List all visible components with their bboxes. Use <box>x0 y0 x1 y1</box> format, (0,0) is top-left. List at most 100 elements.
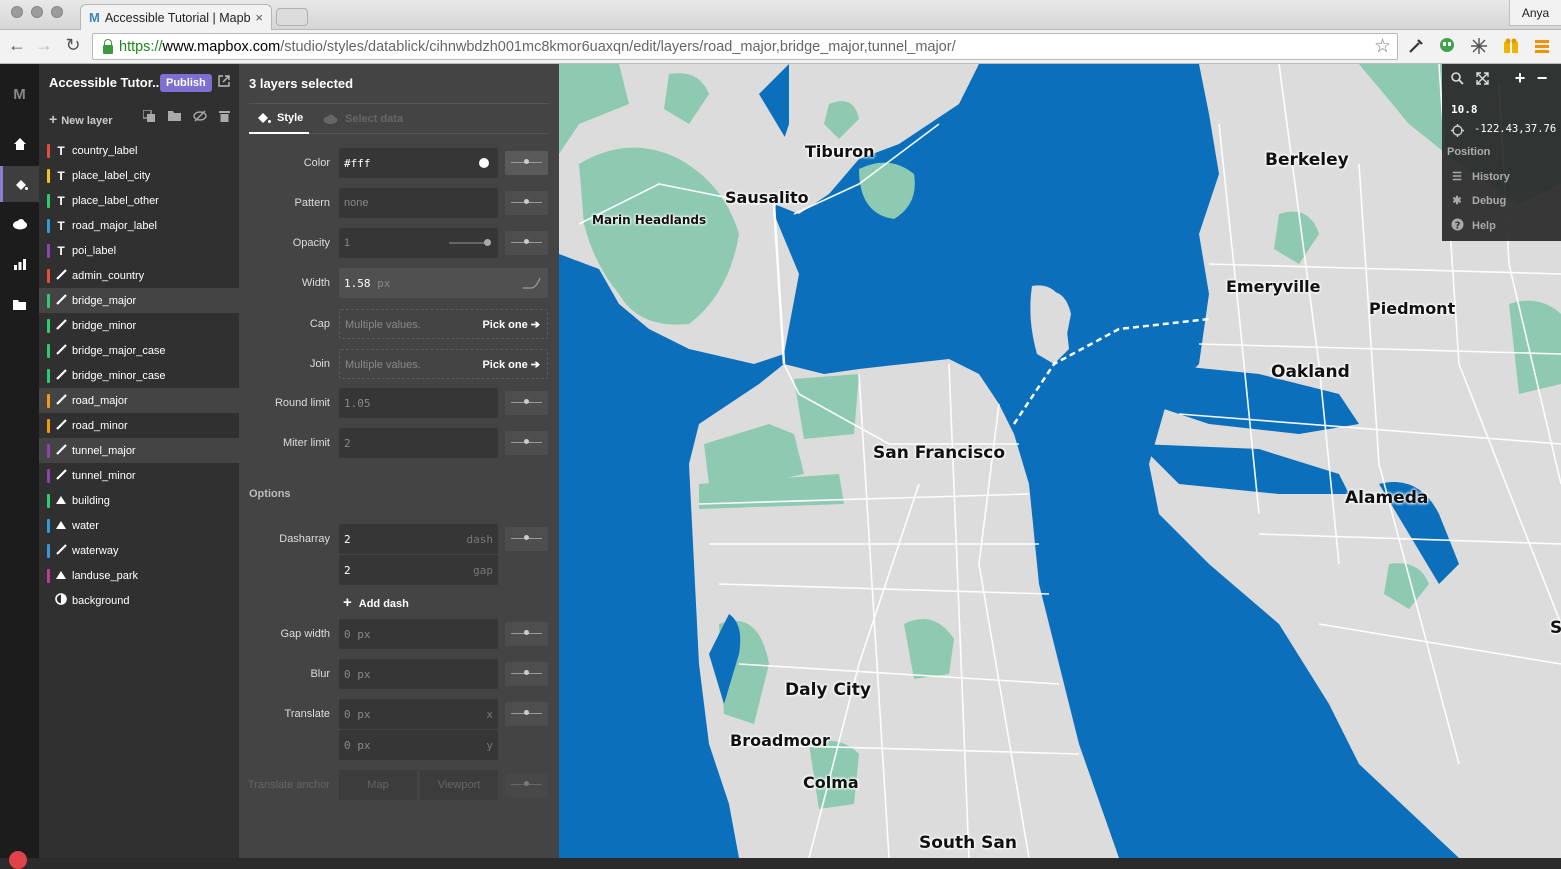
back-icon[interactable]: ← <box>6 35 28 56</box>
layer-item[interactable]: Tplace_label_city <box>39 163 239 188</box>
close-tab-icon[interactable]: × <box>255 10 263 25</box>
profile-button[interactable]: Anya <box>1509 0 1561 26</box>
zoom-in-button[interactable]: + <box>1511 69 1529 87</box>
search-icon[interactable] <box>1451 72 1464 90</box>
layer-item[interactable]: road_major <box>39 388 239 413</box>
folder-icon[interactable] <box>0 286 39 322</box>
layer-item[interactable]: tunnel_major <box>39 438 239 463</box>
translate-function-toggle[interactable] <box>505 702 548 726</box>
forward-icon[interactable]: → <box>33 35 55 56</box>
bookmark-star-icon[interactable]: ☆ <box>1374 35 1391 58</box>
tab-select-data[interactable]: Select data <box>323 104 403 134</box>
alert-icon[interactable] <box>9 851 27 869</box>
color-function-toggle[interactable] <box>505 151 548 175</box>
pattern-function-toggle[interactable] <box>505 191 548 215</box>
menu-hamburger-icon[interactable] <box>1532 36 1552 56</box>
layer-color-bar <box>47 443 50 458</box>
layer-item[interactable]: waterway <box>39 538 239 563</box>
group-folder-icon[interactable] <box>168 110 181 124</box>
fullscreen-icon[interactable] <box>1476 72 1489 90</box>
crosshair-icon[interactable] <box>1451 124 1464 142</box>
translate-anchor-function-toggle[interactable] <box>505 773 548 797</box>
translate-y-input[interactable]: 0 px y <box>339 730 498 760</box>
cloud-icon[interactable] <box>0 206 39 242</box>
grid-extension-icon[interactable] <box>1469 36 1489 56</box>
reload-icon[interactable]: ↻ <box>62 35 84 56</box>
layer-item[interactable]: Tpoi_label <box>39 238 239 263</box>
duplicate-layer-icon[interactable] <box>142 109 155 125</box>
layer-item[interactable]: road_minor <box>39 413 239 438</box>
layer-item[interactable]: admin_country <box>39 263 239 288</box>
layer-item[interactable]: Tplace_label_other <box>39 188 239 213</box>
layer-color-bar <box>47 293 50 308</box>
width-unit: px <box>377 277 391 290</box>
external-link-icon[interactable] <box>218 75 230 90</box>
history-button[interactable]: ☰ History <box>1450 170 1510 184</box>
blur-input[interactable]: 0 px <box>339 659 498 689</box>
debug-button[interactable]: ✱ Debug <box>1450 194 1506 208</box>
layer-item[interactable]: bridge_major_case <box>39 338 239 363</box>
new-layer-button[interactable]: + New layer <box>49 111 113 127</box>
help-button[interactable]: ? Help <box>1450 218 1496 234</box>
label-marin-headlands: Marin Headlands <box>592 213 707 227</box>
eyedropper-extension-icon[interactable] <box>1406 36 1426 56</box>
project-title[interactable]: Accessible Tutor... <box>49 75 163 90</box>
tab-style[interactable]: Style <box>249 104 309 134</box>
layer-item[interactable]: Troad_major_label <box>39 213 239 238</box>
new-tab-button[interactable] <box>276 8 308 26</box>
color-swatch[interactable] <box>479 158 489 168</box>
layer-item[interactable]: landuse_park <box>39 563 239 588</box>
pattern-input[interactable]: none <box>339 188 498 218</box>
gift-extension-icon[interactable] <box>1501 36 1521 56</box>
address-bar[interactable]: https://www.mapbox.com/studio/styles/dat… <box>92 33 1398 60</box>
delete-layer-icon[interactable] <box>219 110 230 125</box>
anchor-map-button[interactable]: Map <box>339 770 417 800</box>
layer-item[interactable]: water <box>39 513 239 538</box>
zoom-out-button[interactable]: − <box>1533 69 1551 87</box>
home-icon[interactable] <box>0 126 39 162</box>
anchor-viewport-button[interactable]: Viewport <box>420 770 498 800</box>
gap-input[interactable]: 2 gap <box>339 555 498 585</box>
publish-button[interactable]: Publish <box>160 74 212 92</box>
width-input[interactable]: 1.58 px <box>339 268 548 298</box>
opacity-function-toggle[interactable] <box>505 231 548 255</box>
close-window-button[interactable] <box>11 6 23 18</box>
gap-width-function-toggle[interactable] <box>505 622 548 646</box>
cap-input[interactable]: Multiple values. Pick one ➔ <box>339 309 548 339</box>
layer-item[interactable]: bridge_minor_case <box>39 363 239 388</box>
dasharray-function-toggle[interactable] <box>505 527 548 551</box>
miter-limit-function-toggle[interactable] <box>505 431 548 455</box>
layer-item[interactable]: background <box>39 588 239 613</box>
browser-tab[interactable]: M Accessible Tutorial | Mapb × <box>80 4 272 30</box>
add-dash-button[interactable]: + Add dash <box>343 594 409 611</box>
layer-item[interactable]: Tcountry_label <box>39 138 239 163</box>
hide-layer-icon[interactable] <box>193 110 207 125</box>
line-layer-icon <box>54 318 68 333</box>
paint-icon[interactable] <box>0 166 39 202</box>
hangouts-extension-icon[interactable] <box>1437 36 1457 56</box>
layer-item[interactable]: bridge_minor <box>39 313 239 338</box>
blur-function-toggle[interactable] <box>505 662 548 686</box>
stats-icon[interactable] <box>0 246 39 282</box>
cap-pick-button[interactable]: Pick one ➔ <box>482 318 540 331</box>
dash-input[interactable]: 2 dash <box>339 524 498 554</box>
translate-x-input[interactable]: 0 px x <box>339 699 498 729</box>
minimize-window-button[interactable] <box>31 6 43 18</box>
round-limit-function-toggle[interactable] <box>505 391 548 415</box>
opacity-input[interactable]: 1 <box>339 228 498 258</box>
layer-item[interactable]: building <box>39 488 239 513</box>
map-canvas[interactable]: Tiburon Sausalito Marin Headlands Berkel… <box>559 64 1561 858</box>
color-input[interactable]: #fff <box>339 148 498 178</box>
layer-item[interactable]: bridge_major <box>39 288 239 313</box>
opacity-slider[interactable] <box>449 239 491 246</box>
mapbox-logo-icon[interactable]: M <box>0 76 39 112</box>
translate-anchor-label: Translate anchor <box>247 779 330 791</box>
round-limit-input[interactable]: 1.05 <box>339 388 498 418</box>
zoom-window-button[interactable] <box>51 6 63 18</box>
layer-item[interactable]: tunnel_minor <box>39 463 239 488</box>
join-input[interactable]: Multiple values. Pick one ➔ <box>339 349 548 379</box>
join-pick-button[interactable]: Pick one ➔ <box>482 358 540 371</box>
gap-width-input[interactable]: 0 px <box>339 619 498 649</box>
miter-limit-input[interactable]: 2 <box>339 428 498 458</box>
layer-list: Tcountry_label Tplace_label_city Tplace_la… <box>39 138 239 613</box>
